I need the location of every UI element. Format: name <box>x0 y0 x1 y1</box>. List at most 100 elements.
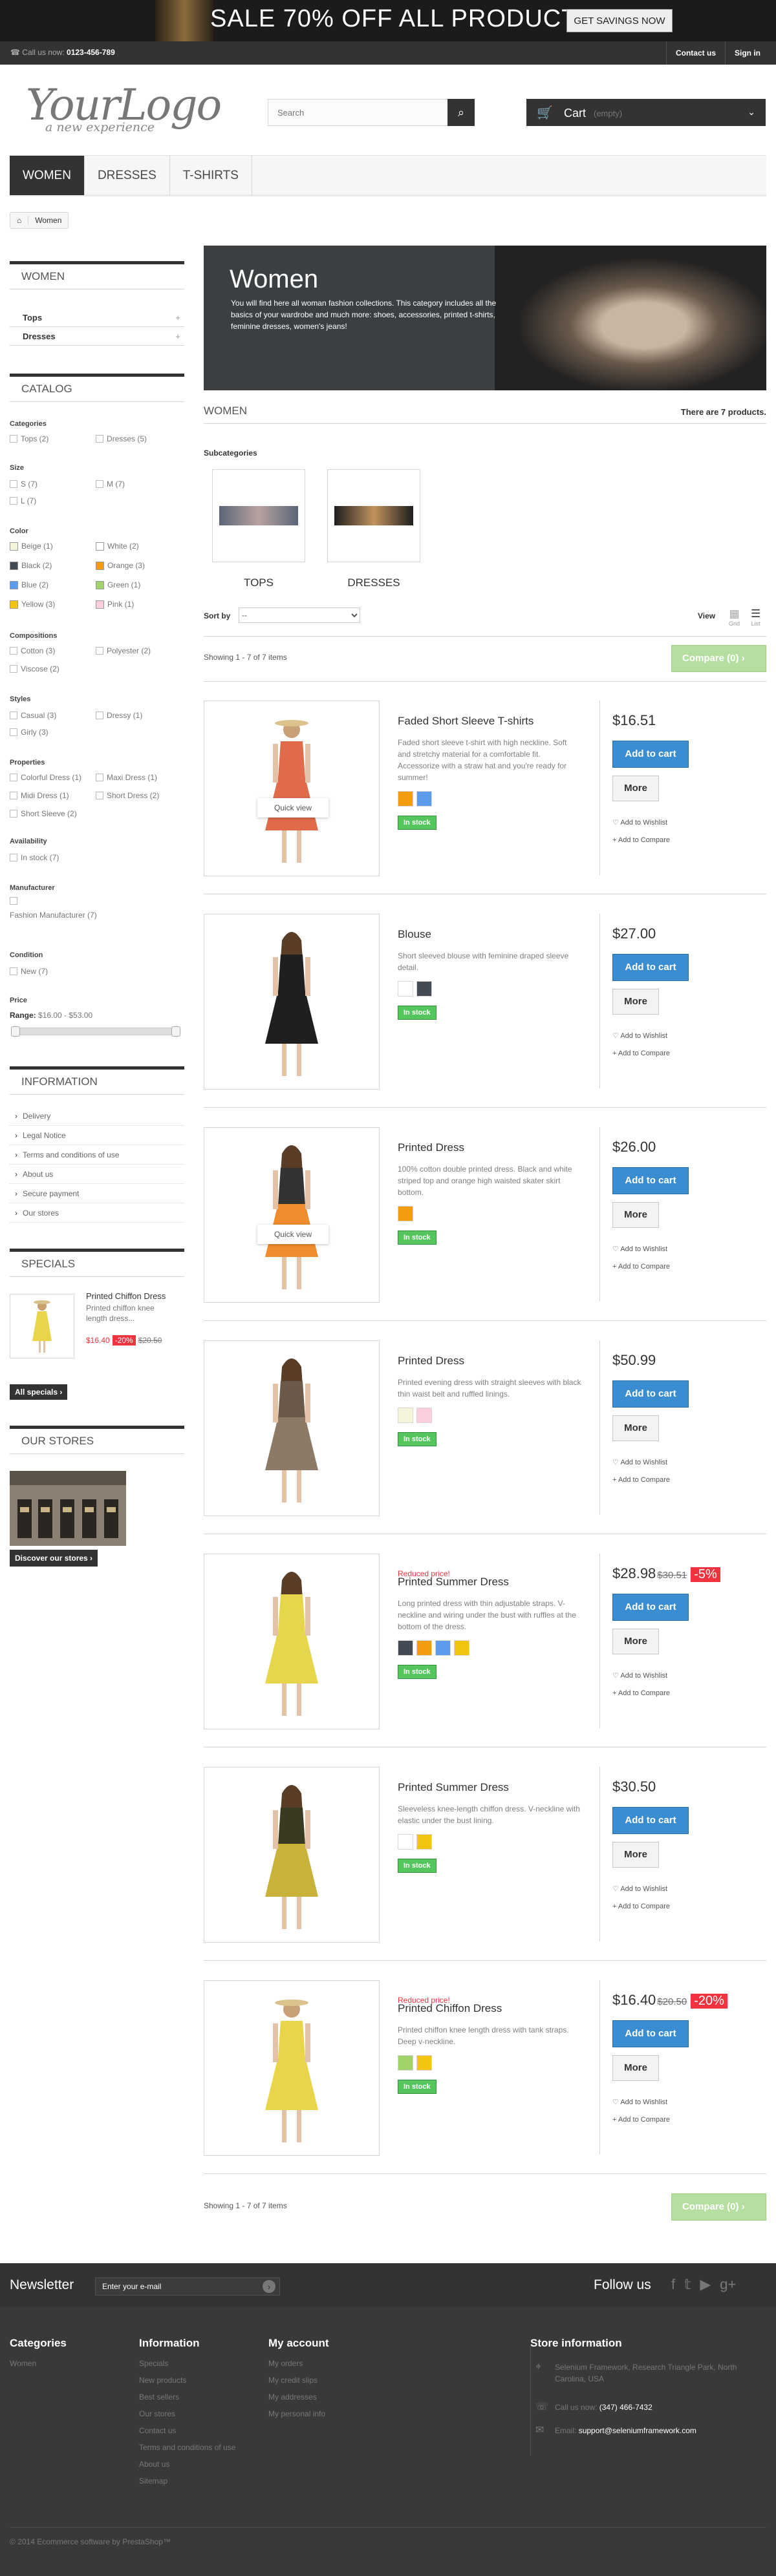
footer-link[interactable]: Specials <box>139 2355 242 2372</box>
twitter-icon[interactable]: 𝕥 <box>684 2276 691 2293</box>
add-to-compare-link[interactable]: + Add to Compare <box>612 1263 670 1271</box>
filter-dressy[interactable]: Dressy (1) <box>96 711 142 720</box>
cart-button[interactable]: 🛒 Cart (empty) ⌄ <box>526 99 766 126</box>
site-logo[interactable]: YourLogo a new experience <box>26 80 222 134</box>
filter-in-stock[interactable]: In stock (7) <box>10 853 59 862</box>
color-swatch[interactable] <box>416 2055 432 2071</box>
checkbox[interactable] <box>96 774 103 781</box>
women-block-title[interactable]: WOMEN <box>10 261 184 290</box>
filter-maxi-dress[interactable]: Maxi Dress (1) <box>96 773 157 782</box>
subcategory-tops-image[interactable] <box>212 469 305 562</box>
filter-midi-dress[interactable]: Midi Dress (1) <box>10 791 69 800</box>
checkbox[interactable] <box>10 480 17 488</box>
footer-link[interactable]: New products <box>139 2372 242 2389</box>
menu-tshirts[interactable]: T-SHIRTS <box>170 156 252 195</box>
color-swatch[interactable] <box>10 600 18 609</box>
footer-account-title[interactable]: My account <box>268 2337 329 2350</box>
subcategory-dresses-label[interactable]: DRESSES <box>327 576 420 589</box>
add-to-cart-button[interactable]: Add to cart <box>612 1594 689 1621</box>
checkbox[interactable] <box>10 712 17 719</box>
compare-button[interactable]: Compare (0) › <box>671 645 766 672</box>
filter-casual[interactable]: Casual (3) <box>10 711 56 720</box>
color-swatch[interactable] <box>416 1640 432 1656</box>
add-to-cart-button[interactable]: Add to cart <box>612 741 689 768</box>
product-name[interactable]: Printed Summer Dress <box>398 1781 509 1794</box>
checkbox[interactable] <box>10 967 17 975</box>
color-swatch[interactable] <box>416 1834 432 1850</box>
color-swatch[interactable] <box>398 1640 413 1656</box>
add-to-compare-link[interactable]: + Add to Compare <box>612 1903 670 1910</box>
add-to-compare-link[interactable]: + Add to Compare <box>612 1689 670 1697</box>
filter-viscose[interactable]: Viscose (2) <box>10 664 59 673</box>
color-swatch[interactable] <box>10 580 18 589</box>
filter-color[interactable]: Beige (1) <box>10 542 53 551</box>
add-to-wishlist-link[interactable]: ♡ Add to Wishlist <box>612 818 667 827</box>
filter-polyester[interactable]: Polyester (2) <box>96 646 151 655</box>
add-to-compare-link[interactable]: + Add to Compare <box>612 1050 670 1057</box>
checkbox[interactable] <box>10 854 17 861</box>
info-link-legal[interactable]: Legal Notice <box>10 1126 184 1145</box>
compare-button[interactable]: Compare (0) › <box>671 2193 766 2221</box>
checkbox[interactable] <box>96 647 103 655</box>
checkbox[interactable] <box>10 728 17 736</box>
price-slider[interactable] <box>11 1026 180 1037</box>
color-swatch[interactable] <box>96 542 104 551</box>
add-to-cart-button[interactable]: Add to cart <box>612 1807 689 1834</box>
specials-block-title[interactable]: SPECIALS <box>10 1249 184 1277</box>
slider-handle-max[interactable] <box>171 1026 180 1037</box>
more-button[interactable]: More <box>612 1415 659 1441</box>
filter-size-m[interactable]: M (7) <box>96 480 125 489</box>
facebook-icon[interactable]: f <box>671 2276 675 2293</box>
google-plus-icon[interactable]: g+ <box>720 2276 736 2293</box>
color-swatch[interactable] <box>96 580 104 589</box>
add-to-wishlist-link[interactable]: ♡ Add to Wishlist <box>612 1884 667 1893</box>
checkbox[interactable] <box>10 774 17 781</box>
footer-information-title[interactable]: Information <box>139 2337 200 2350</box>
sidebar-item-dresses[interactable]: Dresses + <box>10 328 184 346</box>
more-button[interactable]: More <box>612 776 659 801</box>
checkbox[interactable] <box>10 792 17 799</box>
footer-categories-title[interactable]: Categories <box>10 2337 67 2350</box>
add-to-compare-link[interactable]: + Add to Compare <box>612 836 670 844</box>
color-swatch[interactable] <box>416 791 432 807</box>
quick-view-button[interactable]: Quick view <box>257 798 329 818</box>
add-to-wishlist-link[interactable]: ♡ Add to Wishlist <box>612 1031 667 1040</box>
color-swatch[interactable] <box>96 600 104 609</box>
information-block-title[interactable]: INFORMATION <box>10 1066 184 1095</box>
newsletter-email-input[interactable] <box>96 2278 257 2295</box>
footer-link[interactable]: Women <box>10 2355 113 2372</box>
sidebar-item-tops[interactable]: Tops + <box>10 309 184 327</box>
filter-color[interactable]: Orange (3) <box>96 561 145 570</box>
checkbox[interactable] <box>96 792 103 799</box>
sign-in-link[interactable]: Sign in <box>725 41 770 65</box>
slider-handle-min[interactable] <box>11 1026 20 1037</box>
filter-manufacturer[interactable] <box>10 897 21 905</box>
subcategory-tops-label[interactable]: TOPS <box>212 576 305 589</box>
add-to-wishlist-link[interactable]: ♡ Add to Wishlist <box>612 1245 667 1253</box>
color-swatch[interactable] <box>416 981 432 997</box>
checkbox[interactable] <box>10 647 17 655</box>
footer-link[interactable]: My orders <box>268 2355 372 2372</box>
color-swatch[interactable] <box>398 1408 413 1423</box>
product-image[interactable] <box>204 914 380 1090</box>
footer-link[interactable]: Contact us <box>139 2422 242 2439</box>
filter-short-dress[interactable]: Short Dress (2) <box>96 791 159 800</box>
info-link-terms[interactable]: Terms and conditions of use <box>10 1145 184 1165</box>
grid-view-button[interactable]: ▦ Grid <box>729 607 740 627</box>
color-swatch[interactable] <box>416 1408 432 1423</box>
add-to-cart-button[interactable]: Add to cart <box>612 1167 689 1194</box>
add-to-compare-link[interactable]: + Add to Compare <box>612 2116 670 2124</box>
copyright[interactable]: © 2014 Ecommerce software by PrestaShop™ <box>10 2537 171 2546</box>
search-button[interactable]: ⌕ <box>447 99 475 126</box>
product-name[interactable]: Printed Chiffon Dress <box>398 2002 502 2015</box>
info-link-stores[interactable]: Our stores <box>10 1203 184 1223</box>
filter-short-sleeve[interactable]: Short Sleeve (2) <box>10 809 77 818</box>
footer-link[interactable]: Sitemap <box>139 2473 242 2489</box>
add-to-wishlist-link[interactable]: ♡ Add to Wishlist <box>612 1458 667 1466</box>
product-image[interactable]: Quick view <box>204 1127 380 1303</box>
filter-tops[interactable]: Tops (2) <box>10 434 48 443</box>
product-image[interactable]: Quick view <box>204 701 380 876</box>
youtube-icon[interactable]: ▶ <box>700 2276 711 2293</box>
checkbox[interactable] <box>96 435 103 443</box>
filter-new[interactable]: New (7) <box>10 967 48 976</box>
